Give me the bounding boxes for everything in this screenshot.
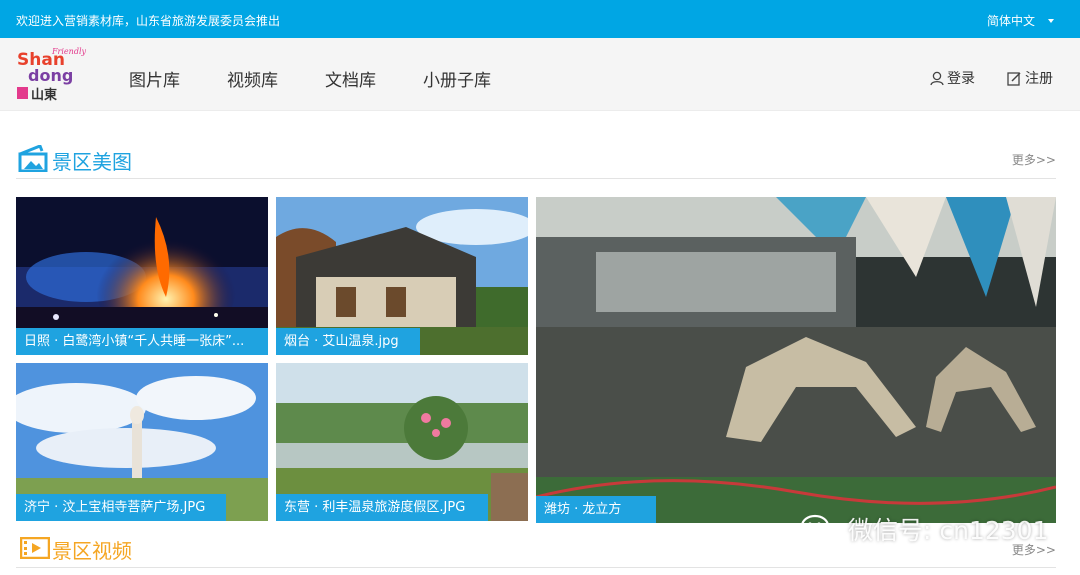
caption-weifang: 潍坊 · 龙立方	[536, 496, 656, 523]
nav-item-images[interactable]: 图片库	[129, 66, 180, 91]
caption-dongying: 东营 · 利丰温泉旅游度假区.JPG	[276, 494, 488, 521]
language-label: 简体中文	[986, 14, 1035, 28]
gallery-tile-rizhao[interactable]: 日照 · 白鹭湾小镇“千人共睡一张床”...	[16, 197, 268, 355]
edit-icon	[1007, 71, 1021, 86]
site-logo[interactable]: Shan Friendly dong 山東	[14, 43, 87, 103]
welcome-text: 欢迎进入营销素材库，山东省旅游发展委员会推出	[16, 14, 281, 28]
caption-rizhao: 日照 · 白鹭湾小镇“千人共睡一张床”...	[16, 328, 268, 355]
section-title-images: 景区美图	[52, 150, 132, 174]
gallery-tile-jining[interactable]: 济宁 · 汶上宝相寺菩萨广场.JPG	[16, 363, 268, 521]
register-link[interactable]: 注册	[1007, 68, 1053, 88]
login-link[interactable]: 登录	[930, 68, 975, 88]
chevron-down-icon	[1048, 18, 1054, 23]
svg-text:Friendly: Friendly	[51, 47, 86, 56]
header: Shan Friendly dong 山東 图片库 视频库 文档库 小册子库 登…	[0, 38, 1080, 111]
user-icon	[930, 71, 944, 85]
register-label: 注册	[1025, 71, 1053, 87]
section-header-images: 景区美图 更多>>	[16, 142, 1056, 179]
section-title-videos: 景区视频	[52, 539, 132, 563]
top-bar: 欢迎进入营销素材库，山东省旅游发展委员会推出 简体中文	[0, 0, 1080, 38]
weifang-photo	[536, 197, 1056, 523]
language-selector[interactable]: 简体中文	[987, 12, 1054, 29]
login-label: 登录	[947, 71, 975, 87]
nav-item-documents[interactable]: 文档库	[325, 66, 376, 91]
gallery-tile-weifang[interactable]: 潍坊 · 龙立方	[536, 197, 1056, 523]
gallery-tile-yantai[interactable]: 烟台 · 艾山温泉.jpg	[276, 197, 528, 355]
caption-yantai: 烟台 · 艾山温泉.jpg	[276, 328, 420, 355]
nav-item-videos[interactable]: 视频库	[227, 66, 278, 91]
section-header-videos: 景区视频 更多>>	[16, 532, 1056, 568]
picture-frame-icon	[18, 145, 48, 172]
nav-item-brochures[interactable]: 小册子库	[423, 66, 491, 91]
caption-jining: 济宁 · 汶上宝相寺菩萨广场.JPG	[16, 494, 226, 521]
film-icon	[20, 537, 50, 559]
more-link-videos[interactable]: 更多>>	[1012, 541, 1056, 558]
gallery-tile-dongying[interactable]: 东营 · 利丰温泉旅游度假区.JPG	[276, 363, 528, 521]
more-link-images[interactable]: 更多>>	[1012, 151, 1056, 168]
svg-text:山東: 山東	[31, 87, 57, 103]
svg-text:dong: dong	[28, 66, 73, 85]
shandong-logo-icon: Shan Friendly dong 山東	[17, 47, 87, 103]
